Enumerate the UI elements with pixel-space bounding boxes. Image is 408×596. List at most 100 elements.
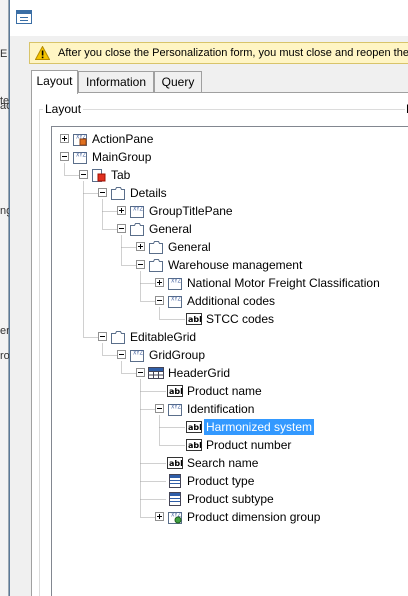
collapse-minus-icon[interactable] <box>117 350 126 359</box>
info-bar-message: After you close the Personalization form… <box>58 47 408 59</box>
reference-group-icon: XYZ <box>167 509 183 525</box>
tree-node[interactable]: General <box>52 220 408 238</box>
tree-node[interactable]: abl Search name <box>52 454 408 472</box>
tab-icon <box>91 167 107 183</box>
tree-node-label[interactable]: HeaderGrid <box>166 365 232 381</box>
svg-text:XYZ: XYZ <box>133 351 143 357</box>
tree-node-label[interactable]: MainGroup <box>90 149 153 165</box>
background-app-strip: Eteacngerro <box>0 0 9 596</box>
tree-node[interactable]: XYZ Product dimension group <box>52 508 408 526</box>
svg-text:XYZ: XYZ <box>171 297 181 303</box>
tree-node-label[interactable]: Identification <box>185 401 256 417</box>
tree-node-label[interactable]: ActionPane <box>90 131 155 147</box>
tree-node[interactable]: XYZ Additional codes <box>52 292 408 310</box>
tree-node-label[interactable]: Additional codes <box>185 293 277 309</box>
svg-text:abl: abl <box>188 441 202 450</box>
svg-text:abl: abl <box>169 459 183 468</box>
tree-node[interactable]: XYZ Identification <box>52 400 408 418</box>
tree-node[interactable]: XYZ ActionPane <box>52 130 408 148</box>
enum-field-icon <box>167 473 183 489</box>
window-icon <box>16 10 32 24</box>
tree-node[interactable]: Product subtype <box>52 490 408 508</box>
tree-node-label[interactable]: EditableGrid <box>128 329 198 345</box>
tree-node[interactable]: XYZ MainGroup <box>52 148 408 166</box>
tree-node[interactable]: EditableGrid <box>52 328 408 346</box>
collapse-minus-icon[interactable] <box>98 188 107 197</box>
tree-node-label[interactable]: Product number <box>204 437 293 453</box>
background-text: ng <box>0 205 9 217</box>
tree-node[interactable]: General <box>52 238 408 256</box>
background-text: ro <box>0 350 9 362</box>
string-field-icon: abl <box>167 383 183 399</box>
tree-node[interactable]: XYZ National Motor Freight Classification <box>52 274 408 292</box>
info-bar: After you close the Personalization form… <box>29 42 408 64</box>
tree-node-label[interactable]: General <box>166 239 213 255</box>
tree-node-label[interactable]: National Motor Freight Classification <box>185 275 382 291</box>
action-pane-icon: XYZ <box>72 131 88 147</box>
tree-node[interactable]: abl Harmonized system <box>52 418 408 436</box>
tree-node[interactable]: Warehouse management <box>52 256 408 274</box>
collapse-minus-icon[interactable] <box>155 404 164 413</box>
svg-text:abl: abl <box>188 315 202 324</box>
tree-node-label[interactable]: Product type <box>185 473 256 489</box>
collapse-minus-icon[interactable] <box>60 152 69 161</box>
layout-tree[interactable]: XYZ ActionPane XYZ MainGroup Tab Details XYZ Gr… <box>51 126 408 596</box>
collapse-minus-icon[interactable] <box>136 368 145 377</box>
group-icon: XYZ <box>167 275 183 291</box>
tree-node-label[interactable]: STCC codes <box>204 311 276 327</box>
warning-icon <box>35 46 50 60</box>
grid-icon <box>148 365 164 381</box>
tree-node[interactable]: XYZ GroupTitlePane <box>52 202 408 220</box>
tree-node-label[interactable]: Search name <box>185 455 260 471</box>
collapse-minus-icon[interactable] <box>136 260 145 269</box>
tab-page-icon <box>148 257 164 273</box>
expand-plus-icon[interactable] <box>155 278 164 287</box>
svg-text:XYZ: XYZ <box>133 207 143 213</box>
collapse-minus-icon[interactable] <box>79 170 88 179</box>
background-text: E <box>0 48 8 60</box>
tree-node[interactable]: XYZ GridGroup <box>52 346 408 364</box>
background-text: er <box>0 325 9 337</box>
tree-node-label[interactable]: Warehouse management <box>166 257 304 273</box>
tree-node[interactable]: Tab <box>52 166 408 184</box>
svg-text:XYZ: XYZ <box>171 279 181 285</box>
tree-node-label[interactable]: Product subtype <box>185 491 276 507</box>
tree-node[interactable]: abl Product name <box>52 382 408 400</box>
group-icon: XYZ <box>129 203 145 219</box>
group-icon: XYZ <box>129 347 145 363</box>
string-field-icon: abl <box>186 419 202 435</box>
group-icon: XYZ <box>72 149 88 165</box>
tree-node-label[interactable]: GridGroup <box>147 347 207 363</box>
tree-node[interactable]: abl STCC codes <box>52 310 408 328</box>
personalization-window: After you close the Personalization form… <box>9 0 408 596</box>
tree-node-label[interactable]: Details <box>128 185 169 201</box>
enum-field-icon <box>167 491 183 507</box>
tree-node-label[interactable]: Product name <box>185 383 264 399</box>
tab-page-icon <box>110 185 126 201</box>
expand-plus-icon[interactable] <box>117 206 126 215</box>
collapse-minus-icon[interactable] <box>117 224 126 233</box>
tree-node-label[interactable]: Product dimension group <box>185 509 322 525</box>
collapse-minus-icon[interactable] <box>155 296 164 305</box>
tab-information[interactable]: Information <box>78 71 154 93</box>
svg-text:XYZ: XYZ <box>76 153 86 159</box>
expand-plus-icon[interactable] <box>60 134 69 143</box>
expand-plus-icon[interactable] <box>155 512 164 521</box>
tree-node-label[interactable]: GroupTitlePane <box>147 203 235 219</box>
tab-layout[interactable]: Layout <box>31 70 78 94</box>
tree-node[interactable]: abl Product number <box>52 436 408 454</box>
tab-query[interactable]: Query <box>154 71 202 93</box>
tree-node-label[interactable]: General <box>147 221 194 237</box>
tab-page-icon <box>148 239 164 255</box>
tree-node-label[interactable]: Harmonized system <box>204 419 315 435</box>
title-bar <box>10 0 408 36</box>
background-text: ac <box>0 100 9 112</box>
tree-node-label[interactable]: Tab <box>109 167 132 183</box>
expand-plus-icon[interactable] <box>136 242 145 251</box>
layout-group-label: Layout <box>43 102 84 116</box>
collapse-minus-icon[interactable] <box>98 332 107 341</box>
tree-node[interactable]: Details <box>52 184 408 202</box>
tree-node[interactable]: HeaderGrid <box>52 364 408 382</box>
svg-text:XYZ: XYZ <box>171 405 181 411</box>
tree-node[interactable]: Product type <box>52 472 408 490</box>
